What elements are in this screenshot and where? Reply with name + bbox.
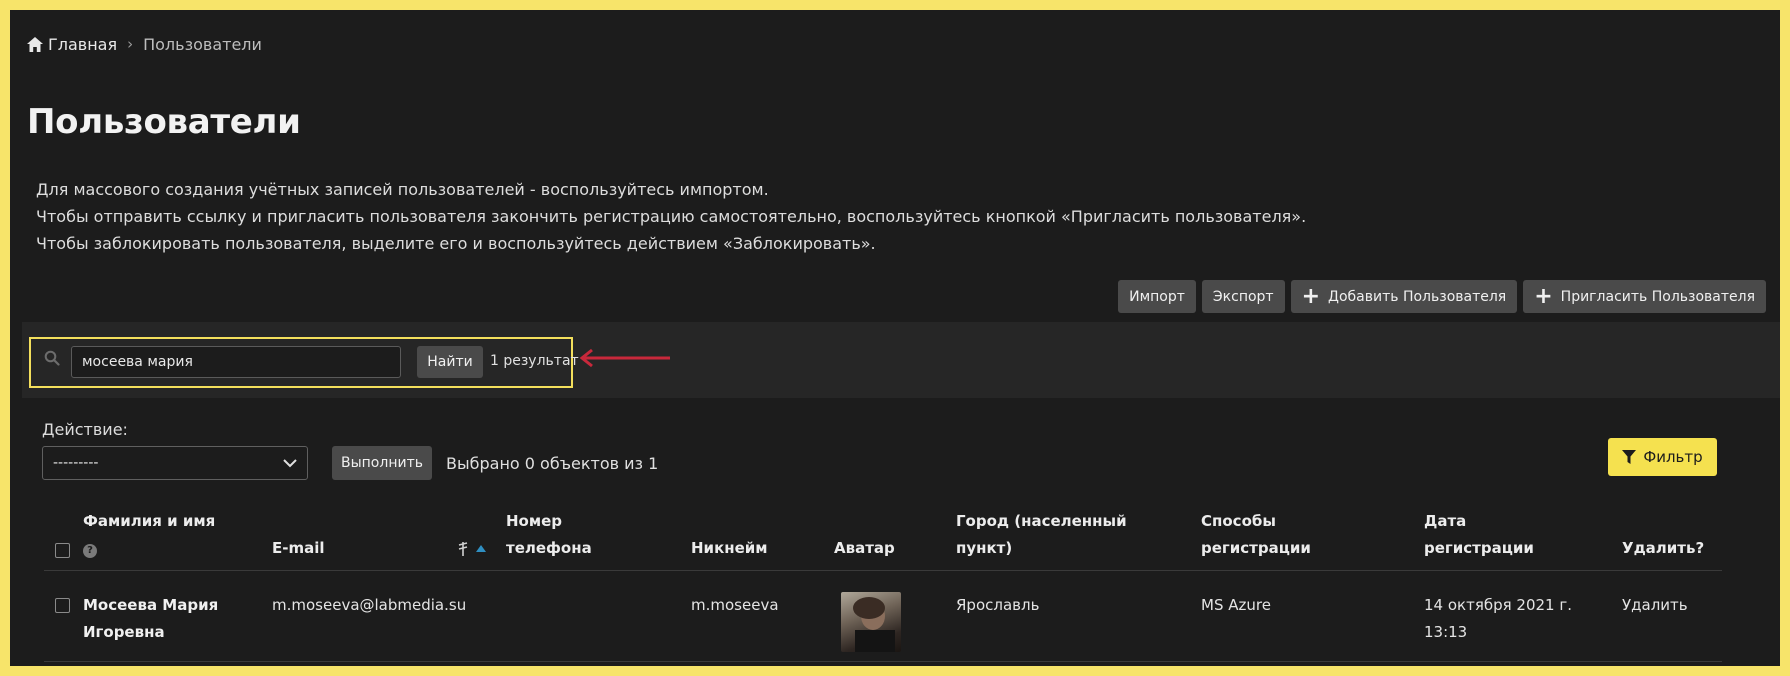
column-header-avatar-label: Аватар xyxy=(834,539,895,557)
run-action-button-label: Выполнить xyxy=(341,455,423,471)
breadcrumb-separator: › xyxy=(127,35,134,53)
column-header-delete[interactable]: Удалить? xyxy=(1622,535,1704,562)
chevron-down-icon xyxy=(283,458,297,467)
home-icon xyxy=(27,36,43,52)
row-user-date-line2: 13:13 xyxy=(1424,623,1468,641)
filter-icon xyxy=(1622,449,1637,464)
search-input[interactable] xyxy=(71,346,401,378)
search-button-label: Найти xyxy=(427,354,473,370)
action-label: Действие: xyxy=(42,420,128,439)
column-header-city-line2: пункт) xyxy=(956,539,1013,557)
search-result-count: 1 результат xyxy=(490,353,579,369)
invite-user-button[interactable]: + Пригласить Пользователя xyxy=(1523,280,1766,313)
row-user-registration-method: MS Azure xyxy=(1201,596,1271,614)
plus-icon: + xyxy=(1301,283,1321,309)
add-user-button-label: Добавить Пользователя xyxy=(1328,288,1507,305)
column-header-email-label: E-mail xyxy=(272,539,325,557)
row-delete-link[interactable]: Удалить xyxy=(1622,592,1688,619)
row-select-checkbox[interactable] xyxy=(55,598,70,613)
plus-icon: + xyxy=(1534,283,1553,309)
filter-button[interactable]: Фильтр xyxy=(1608,438,1717,476)
table-header-divider xyxy=(44,570,1722,571)
column-header-date-line2: регистрации xyxy=(1424,539,1534,557)
row-user-name-line2: Игоревна xyxy=(83,623,165,641)
search-button[interactable]: Найти xyxy=(417,346,483,378)
export-button[interactable]: Экспорт xyxy=(1201,280,1285,313)
row-user-nickname: m.moseeva xyxy=(691,596,779,614)
breadcrumb-current: Пользователи xyxy=(143,34,262,54)
filter-button-label: Фильтр xyxy=(1643,448,1703,466)
selected-count-info: Выбрано 0 объектов из 1 xyxy=(446,454,659,473)
export-button-label: Экспорт xyxy=(1212,288,1274,305)
column-header-phone-line1: Номер xyxy=(506,512,563,530)
object-tools: Импорт Экспорт + Добавить Пользователя +… xyxy=(1118,280,1766,313)
select-all-checkbox[interactable] xyxy=(55,543,70,558)
column-header-phone[interactable]: Номер телефона xyxy=(506,508,592,562)
column-header-phone-line2: телефона xyxy=(506,539,592,557)
help-line-import: Для массового создания учётных записей п… xyxy=(36,180,769,199)
column-header-city-line1: Город (населенный xyxy=(956,512,1127,530)
avatar xyxy=(841,592,901,652)
add-user-button[interactable]: + Добавить Пользователя xyxy=(1290,280,1518,313)
table-row-divider xyxy=(44,661,1722,662)
row-user-email: m.moseeva@labmedia.su xyxy=(272,596,467,614)
help-line-invite: Чтобы отправить ссылку и пригласить поль… xyxy=(36,207,1307,226)
column-header-nickname-label: Никнейм xyxy=(691,539,768,557)
column-header-name[interactable]: Фамилия и имя ? xyxy=(83,508,215,562)
column-header-nickname[interactable]: Никнейм xyxy=(691,535,768,562)
column-header-registration-methods[interactable]: Способы регистрации xyxy=(1201,508,1311,562)
breadcrumb: Главная › Пользователи xyxy=(27,32,262,56)
breadcrumb-home-label: Главная xyxy=(48,34,118,54)
row-user-registration-date: 14 октября 2021 г. 13:13 xyxy=(1424,592,1572,646)
row-user-name-link[interactable]: Мосеева Мария Игоревна xyxy=(83,592,218,646)
avatar-photo xyxy=(853,597,895,652)
sort-ascending-icon[interactable] xyxy=(476,545,486,552)
breadcrumb-home-link[interactable]: Главная xyxy=(27,35,117,54)
column-header-city[interactable]: Город (населенный пункт) xyxy=(956,508,1127,562)
help-icon[interactable]: ? xyxy=(83,543,97,558)
row-user-city: Ярославль xyxy=(956,596,1040,614)
arrow-left-icon xyxy=(579,348,670,368)
help-text: Для массового создания учётных записей п… xyxy=(36,176,1306,257)
import-button-label: Импорт xyxy=(1129,288,1185,305)
invite-user-button-label: Пригласить Пользователя xyxy=(1560,288,1755,305)
page-title: Пользователи xyxy=(27,102,301,142)
column-header-name-label: Фамилия и имя xyxy=(83,512,216,530)
search-icon xyxy=(44,350,60,366)
action-select-value: --------- xyxy=(53,455,99,471)
sort-priority-icon[interactable] xyxy=(457,541,469,557)
help-line-block: Чтобы заблокировать пользователя, выдели… xyxy=(36,234,876,253)
column-header-methods-line1: Способы xyxy=(1201,512,1276,530)
column-header-email[interactable]: E-mail xyxy=(272,535,325,562)
import-button[interactable]: Импорт xyxy=(1118,280,1196,313)
column-header-methods-line2: регистрации xyxy=(1201,539,1311,557)
row-user-name-line1: Мосеева Мария xyxy=(83,596,219,614)
row-user-date-line1: 14 октября 2021 г. xyxy=(1424,596,1573,614)
column-header-delete-label: Удалить? xyxy=(1622,539,1705,557)
column-header-avatar[interactable]: Аватар xyxy=(834,535,895,562)
run-action-button[interactable]: Выполнить xyxy=(332,446,432,480)
admin-page: Главная › Пользователи Пользователи Для … xyxy=(10,10,1780,666)
column-header-registration-date[interactable]: Дата регистрации xyxy=(1424,508,1534,562)
action-select[interactable]: --------- xyxy=(42,446,308,480)
column-header-date-line1: Дата xyxy=(1424,512,1467,530)
